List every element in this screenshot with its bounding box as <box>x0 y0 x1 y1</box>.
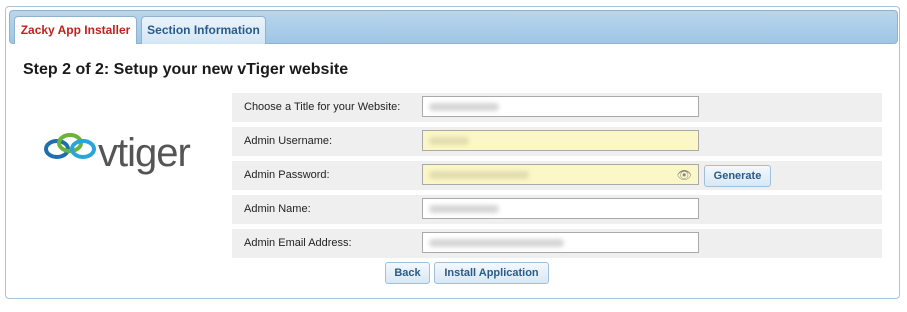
back-button[interactable]: Back <box>385 262 430 284</box>
admin-username-field[interactable] <box>422 130 699 151</box>
password-label: Admin Password: <box>244 169 330 181</box>
title-label: Choose a Title for your Website: <box>244 101 401 113</box>
admin-name-label: Admin Name: <box>244 203 311 215</box>
logo-text: vtiger <box>98 131 191 175</box>
username-label: Admin Username: <box>244 135 333 147</box>
generate-button[interactable]: Generate <box>704 165 771 187</box>
form-row-username: Admin Username: <box>232 127 882 156</box>
vtiger-logo-icon <box>44 133 96 159</box>
form-row-email: Admin Email Address: <box>232 229 882 258</box>
show-password-eye-icon[interactable]: 👁 <box>677 168 692 182</box>
tab-section-information[interactable]: Section Information <box>141 16 266 44</box>
admin-name-field[interactable] <box>422 198 699 219</box>
admin-email-field[interactable] <box>422 232 699 253</box>
install-application-button[interactable]: Install Application <box>434 262 549 284</box>
form-row-password: Admin Password: 👁 Generate <box>232 161 882 190</box>
form-row-admin-name: Admin Name: <box>232 195 882 224</box>
page-title: Step 2 of 2: Setup your new vTiger websi… <box>23 61 349 78</box>
email-label: Admin Email Address: <box>244 237 352 249</box>
form-row-title: Choose a Title for your Website: <box>232 93 882 122</box>
website-title-field[interactable] <box>422 96 699 117</box>
tab-zacky-app-installer[interactable]: Zacky App Installer <box>14 16 137 44</box>
admin-password-field[interactable]: 👁 <box>422 164 699 185</box>
tab-bar: Zacky App Installer Section Information <box>9 10 898 44</box>
installer-panel: Zacky App Installer Section Information … <box>5 6 900 299</box>
